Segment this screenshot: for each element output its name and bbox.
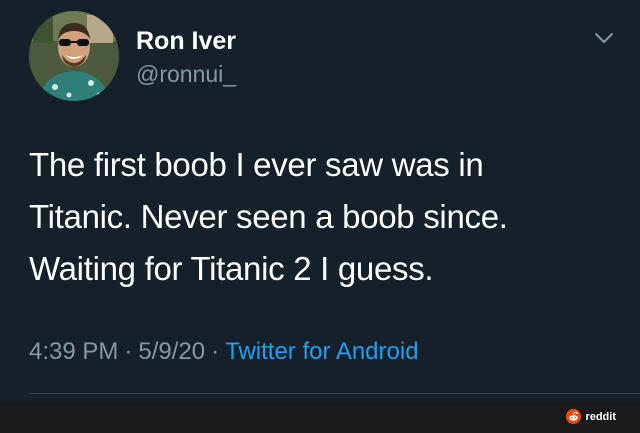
avatar[interactable] <box>29 11 119 101</box>
tweet-text-line: The first boob I ever saw was in <box>29 146 484 183</box>
user-handle[interactable]: @ronnui_ <box>136 58 236 90</box>
chevron-down-icon[interactable] <box>594 30 614 46</box>
watermark-label: reddit <box>585 410 616 423</box>
tweet-author: Ron Iver @ronnui_ <box>136 26 236 90</box>
tweet-source-link[interactable]: Twitter for Android <box>225 338 418 365</box>
tweet-text-line: Titanic. Never seen a boob since. <box>29 198 508 235</box>
avatar-photo <box>29 11 119 101</box>
divider <box>29 393 640 394</box>
display-name[interactable]: Ron Iver <box>136 26 236 56</box>
watermark-bar: reddit <box>0 401 640 433</box>
tweet-meta: 4:39 PM · 5/9/20 · Twitter for Android <box>29 336 419 368</box>
reddit-watermark: reddit <box>566 409 616 424</box>
meta-separator: · <box>211 338 220 365</box>
tweet-text-line: Waiting for Titanic 2 I guess. <box>29 250 434 287</box>
tweet-text: The first boob I ever saw was in Titanic… <box>29 139 619 295</box>
tweet-card: Ron Iver @ronnui_ The first boob I ever … <box>0 0 640 401</box>
meta-separator: · <box>124 338 133 365</box>
reddit-alien-icon <box>566 409 582 424</box>
tweet-date[interactable]: 5/9/20 <box>138 338 205 365</box>
tweet-time[interactable]: 4:39 PM <box>29 338 118 365</box>
